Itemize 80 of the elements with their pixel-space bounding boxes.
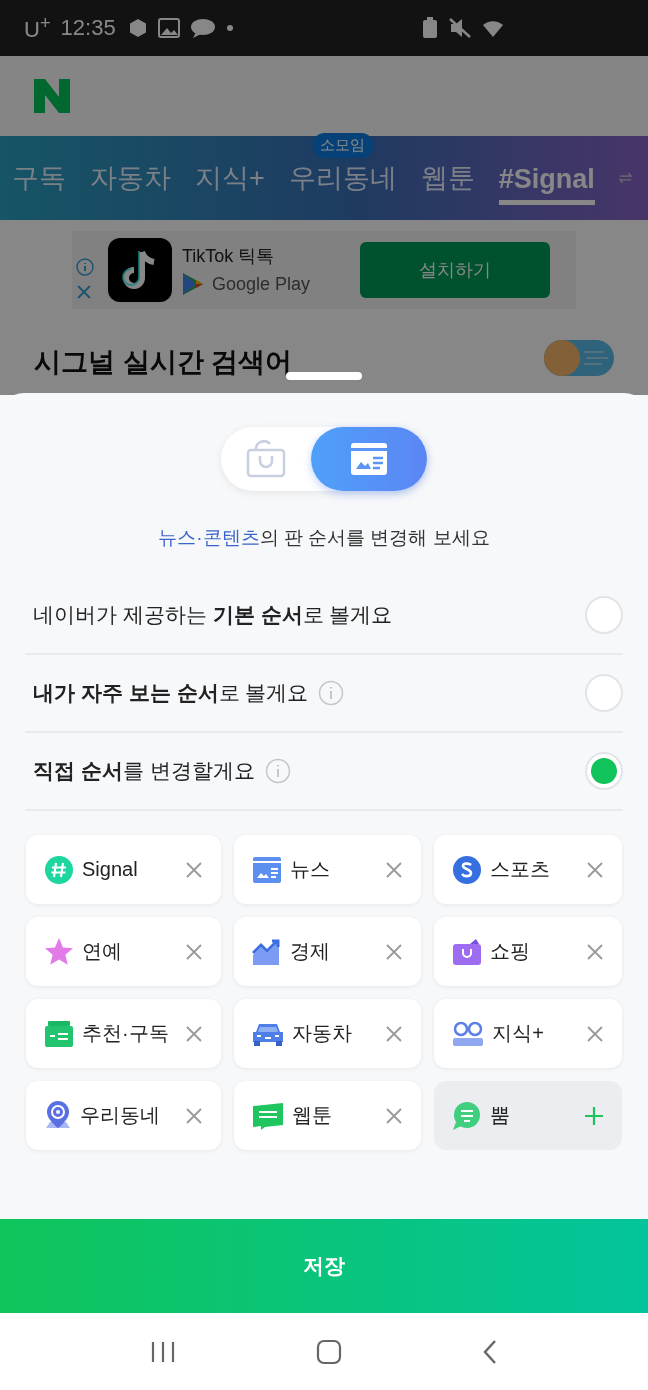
remove-icon[interactable] <box>385 942 404 961</box>
category-chip[interactable]: 웹툰 <box>233 1081 422 1150</box>
logo-icon[interactable] <box>32 77 72 115</box>
category-chip[interactable]: 자동차 <box>233 999 422 1068</box>
chip-label: 스포츠 <box>490 857 551 882</box>
remove-icon[interactable] <box>184 1106 203 1125</box>
info-icon[interactable] <box>76 258 94 276</box>
wifi-icon <box>482 19 504 37</box>
dot-icon <box>225 24 234 32</box>
category-chip[interactable]: 우리동네 <box>26 1081 221 1150</box>
remove-icon[interactable] <box>385 1106 404 1125</box>
radio-button[interactable] <box>585 596 623 634</box>
chip-label: 우리동네 <box>80 1103 160 1128</box>
remove-icon[interactable] <box>385 1024 404 1043</box>
category-chip[interactable]: 뿜 <box>434 1081 622 1150</box>
category-chip[interactable]: Signal <box>26 835 221 904</box>
home-icon[interactable] <box>316 1338 342 1365</box>
category-chip[interactable]: 스포츠 <box>434 835 622 904</box>
shopping-bag-icon <box>245 440 286 478</box>
remove-icon[interactable] <box>184 942 203 961</box>
remove-icon[interactable] <box>586 942 604 961</box>
category-chip[interactable]: 경제 <box>233 917 422 986</box>
radio-button[interactable] <box>585 674 623 712</box>
remove-icon[interactable] <box>184 1024 203 1043</box>
ad-banner[interactable]: TikTok 틱톡 Google Play 설치하기 <box>72 231 576 309</box>
chip-label: Signal <box>82 858 138 881</box>
chip-label: 뉴스 <box>289 857 330 882</box>
newspaper-icon <box>348 441 389 477</box>
clock: 12:35 <box>60 15 116 41</box>
carrier-label: U$^{+}$ <box>24 12 51 44</box>
store-name: Google Play <box>212 273 311 295</box>
battery-icon <box>422 17 438 39</box>
sports-ball-icon <box>452 854 483 885</box>
app-icon <box>108 238 172 302</box>
close-icon[interactable] <box>76 284 92 300</box>
subtitle: 뉴스·콘텐츠의 판 순서를 변경해 보세요 <box>157 526 491 550</box>
category-chip[interactable]: 쇼핑 <box>434 917 622 986</box>
chart-icon <box>251 937 282 966</box>
new-badge: 소모임 <box>312 133 374 158</box>
hexagon-icon <box>127 18 148 38</box>
info-icon[interactable] <box>318 680 345 706</box>
chip-label: 웹툰 <box>291 1103 332 1128</box>
chip-label: 쇼핑 <box>490 939 531 964</box>
hash-icon <box>44 854 74 885</box>
radio-button[interactable] <box>585 752 623 790</box>
option-label: 네이버가 제공하는 기본 순서로 볼게요 <box>33 602 393 628</box>
recent-apps-icon[interactable] <box>150 1339 176 1364</box>
card-stack-icon <box>44 1019 74 1048</box>
back-icon[interactable] <box>482 1338 498 1365</box>
chip-label: 자동차 <box>291 1021 352 1046</box>
remove-icon[interactable] <box>586 1024 604 1043</box>
image-icon <box>157 18 180 38</box>
category-chip[interactable]: 지식+ <box>434 999 622 1068</box>
chip-label: 뿜 <box>490 1103 511 1128</box>
chip-label: 지식+ <box>492 1021 544 1046</box>
app-name: TikTok 틱톡 <box>182 245 276 268</box>
star-icon <box>44 936 74 967</box>
newspaper-icon <box>251 855 282 884</box>
tag-icon <box>251 1101 284 1130</box>
category-chip[interactable]: 추천·구독 <box>26 999 221 1068</box>
play-store-icon <box>182 272 204 296</box>
chat-bubble-icon <box>189 18 216 38</box>
category-chip[interactable]: 뉴스 <box>233 835 422 904</box>
chip-label: 추천·구독 <box>82 1021 169 1046</box>
chip-label: 경제 <box>289 939 330 964</box>
category-chip[interactable]: 연예 <box>26 917 221 986</box>
add-icon[interactable] <box>584 1105 604 1126</box>
info-icon[interactable] <box>264 758 291 784</box>
section-heading: 시그널 실시간 검색어 <box>34 345 292 379</box>
glasses-book-icon <box>452 1020 485 1047</box>
news-tab[interactable] <box>310 427 427 491</box>
chat-bubble-icon <box>452 1100 483 1131</box>
remove-icon[interactable] <box>184 860 203 879</box>
option-label: 직접 순서를 변경할게요 <box>33 758 255 784</box>
remove-icon[interactable] <box>385 860 404 879</box>
shopping-bag-icon <box>452 937 483 966</box>
remove-icon[interactable] <box>586 860 604 879</box>
chip-label: 연예 <box>82 939 122 964</box>
mute-icon <box>448 17 472 39</box>
option-label: 내가 자주 보는 순서로 볼게요 <box>33 680 309 706</box>
